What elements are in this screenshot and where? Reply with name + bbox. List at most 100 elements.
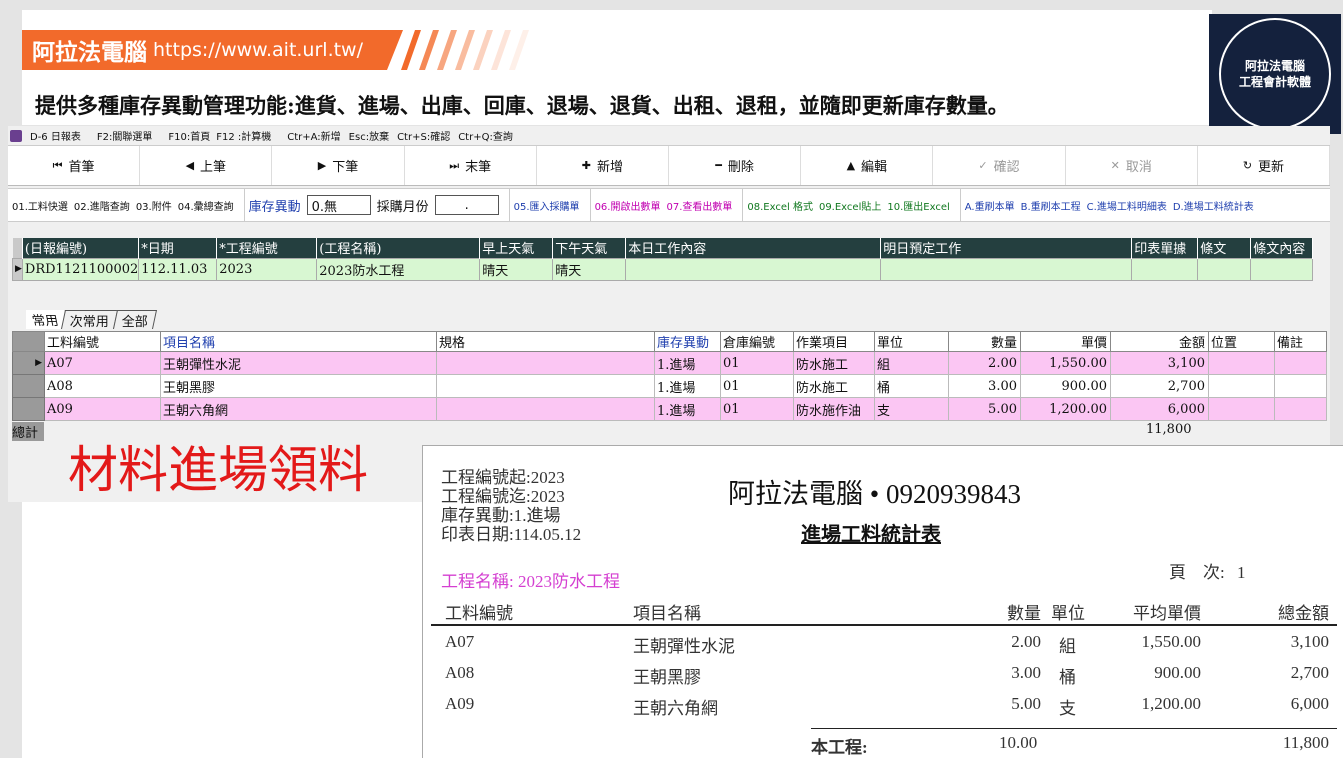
column-header[interactable]: *工程編號	[216, 238, 318, 258]
cell[interactable]: 2.00	[948, 351, 1021, 375]
cell[interactable]: A09	[44, 397, 161, 421]
cell[interactable]: 桶	[874, 374, 949, 398]
edit-button[interactable]: ▲ 編輯	[801, 146, 934, 185]
first-record-button[interactable]: ⏮ 首筆	[8, 146, 141, 185]
cell[interactable]: 支	[874, 397, 949, 421]
excel-format-button[interactable]: 08.Excel 格式	[747, 198, 813, 213]
cell[interactable]	[1250, 257, 1314, 281]
cell[interactable]: DRD1121100002	[21, 257, 140, 281]
cell[interactable]	[436, 351, 655, 375]
table-row[interactable]: ▶ A07 王朝彈性水泥 1.進場 01 防水施工 組 2.00 1,550.0…	[12, 351, 1327, 375]
cell[interactable]: 晴天	[479, 257, 554, 281]
column-header[interactable]: (日報編號)	[22, 238, 140, 258]
last-record-button[interactable]: ⏭ 末筆	[405, 146, 537, 185]
prev-record-button[interactable]: ◀ 上筆	[140, 146, 273, 185]
attachment-button[interactable]: 03.附件	[136, 198, 172, 213]
daily-row[interactable]: ▶ DRD1121100002 112.11.03 2023 2023防水工程 …	[12, 257, 1314, 281]
cell[interactable]: 組	[874, 351, 949, 375]
cell[interactable]: 112.11.03	[138, 257, 218, 281]
cell[interactable]: 王朝六角網	[160, 397, 437, 421]
cell[interactable]: 王朝黑膠	[160, 374, 437, 398]
next-record-button[interactable]: ▶ 下筆	[272, 146, 405, 185]
tab-common[interactable]: 常用	[26, 310, 65, 329]
column-header[interactable]: 明日預定工作	[880, 238, 1133, 258]
refresh-project-button[interactable]: B.重刷本工程	[1021, 198, 1081, 213]
column-header[interactable]: 單價	[1020, 331, 1111, 352]
cell[interactable]	[436, 397, 655, 421]
column-header[interactable]: 本日工作內容	[625, 238, 882, 258]
confirm-button[interactable]: ✓ 確認	[933, 146, 1066, 185]
table-row[interactable]: A09 王朝六角網 1.進場 01 防水施作油 支 5.00 1,200.00 …	[12, 397, 1327, 421]
column-header[interactable]: (工程名稱)	[316, 238, 481, 258]
refresh-slip-button[interactable]: A.重刷本單	[965, 198, 1015, 213]
column-header[interactable]: 倉庫編號	[720, 331, 794, 352]
purchase-month-input[interactable]: .	[434, 195, 499, 215]
column-header[interactable]: 項目名稱	[160, 331, 437, 352]
cell[interactable]: 晴天	[552, 257, 627, 281]
column-header[interactable]: 下午天氣	[552, 238, 627, 258]
cell[interactable]	[1208, 374, 1275, 398]
cell[interactable]: 2,700	[1110, 374, 1209, 398]
cell[interactable]	[1274, 351, 1327, 375]
column-header[interactable]: 條文內容	[1250, 238, 1314, 258]
cell[interactable]: 900.00	[1020, 374, 1111, 398]
table-row[interactable]: A08 王朝黑膠 1.進場 01 防水施工 桶 3.00 900.00 2,70…	[12, 374, 1327, 398]
cell[interactable]	[436, 374, 655, 398]
cell[interactable]: 3.00	[948, 374, 1021, 398]
column-header[interactable]: 工料編號	[44, 331, 161, 352]
cell[interactable]: 防水施工	[793, 374, 875, 398]
brand-url[interactable]: https://www.ait.url.tw/	[153, 39, 363, 61]
cell[interactable]: 防水施作油	[793, 397, 875, 421]
summary-query-button[interactable]: 04.彙總查詢	[178, 198, 234, 213]
tab-all[interactable]: 全部	[113, 310, 158, 330]
cell[interactable]: A07	[44, 351, 161, 375]
column-header[interactable]: 印表單據	[1131, 238, 1199, 258]
add-button[interactable]: ✚ 新增	[537, 146, 670, 185]
column-header[interactable]: 早上天氣	[479, 238, 554, 258]
cell[interactable]: 王朝彈性水泥	[160, 351, 437, 375]
refresh-button[interactable]: ↻ 更新	[1198, 146, 1331, 185]
cell[interactable]: 3,100	[1110, 351, 1209, 375]
cell[interactable]: 2023	[216, 257, 318, 281]
cell[interactable]	[1208, 397, 1275, 421]
cell[interactable]: 01	[720, 351, 794, 375]
open-out-sheet-button[interactable]: 06.開啟出數單	[595, 198, 661, 213]
excel-paste-button[interactable]: 09.Excel貼上	[819, 198, 881, 213]
cell[interactable]: 01	[720, 374, 794, 398]
cell[interactable]	[1274, 374, 1327, 398]
cell[interactable]: 防水施工	[793, 351, 875, 375]
column-header[interactable]: 數量	[948, 331, 1021, 352]
cell[interactable]	[625, 257, 882, 281]
column-header[interactable]: 作業項目	[793, 331, 875, 352]
cell[interactable]	[880, 257, 1133, 281]
entry-stats-report-button[interactable]: D.進場工料統計表	[1173, 198, 1254, 213]
view-out-sheet-button[interactable]: 07.查看出數單	[666, 198, 732, 213]
cell[interactable]	[1197, 257, 1252, 281]
cell[interactable]: 01	[720, 397, 794, 421]
quick-pick-button[interactable]: 01.工料快選	[12, 198, 68, 213]
cell[interactable]	[1274, 397, 1327, 421]
cell[interactable]	[1131, 257, 1199, 281]
entry-detail-report-button[interactable]: C.進場工料明細表	[1087, 198, 1167, 213]
cell[interactable]: 1,550.00	[1020, 351, 1111, 375]
cell[interactable]: 2023防水工程	[316, 257, 481, 281]
stock-change-select[interactable]: 0.無	[306, 195, 371, 215]
tab-secondary[interactable]: 次常用	[60, 310, 119, 330]
excel-export-button[interactable]: 10.匯出Excel	[887, 198, 949, 213]
cancel-button[interactable]: ✕ 取消	[1066, 146, 1198, 185]
column-header[interactable]: 位置	[1208, 331, 1275, 352]
cell[interactable]: 1,200.00	[1020, 397, 1111, 421]
column-header[interactable]: 金額	[1110, 331, 1209, 352]
cell[interactable]: A08	[44, 374, 161, 398]
column-header[interactable]: 備註	[1274, 331, 1327, 352]
import-po-button[interactable]: 05.匯入採購單	[514, 198, 580, 213]
cell[interactable]: 1.進場	[654, 397, 721, 421]
cell[interactable]	[1208, 351, 1275, 375]
column-header[interactable]: 條文	[1197, 238, 1252, 258]
column-header[interactable]: *日期	[138, 238, 218, 258]
advanced-query-button[interactable]: 02.進階查詢	[74, 198, 130, 213]
cell[interactable]: 1.進場	[654, 351, 721, 375]
column-header[interactable]: 庫存異動	[654, 331, 721, 352]
cell[interactable]: 1.進場	[654, 374, 721, 398]
cell[interactable]: 5.00	[948, 397, 1021, 421]
